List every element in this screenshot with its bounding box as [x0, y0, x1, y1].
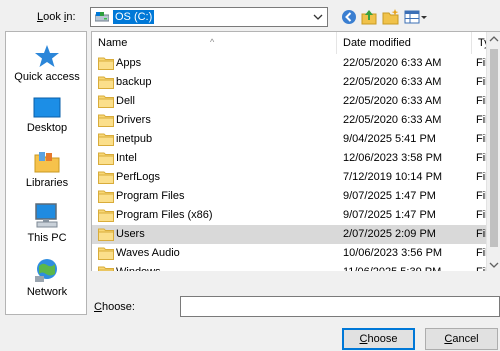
place-libraries[interactable]: Libraries: [6, 150, 88, 189]
folder-icon: [98, 114, 114, 127]
folder-icon: [98, 228, 114, 241]
file-date-modified: 9/07/2025 1:47 PM: [343, 209, 436, 221]
file-date-modified: 7/12/2019 10:14 PM: [343, 171, 443, 183]
file-list[interactable]: Name ^ Date modified Ty Apps 22/05/2020 6…: [91, 31, 500, 271]
table-row[interactable]: Waves Audio 10/06/2023 3:56 PM Fil: [92, 244, 488, 263]
file-name: PerfLogs: [116, 171, 161, 183]
vertical-scrollbar[interactable]: [486, 32, 500, 271]
file-name: inetpub: [116, 133, 153, 145]
place-label: Network: [26, 286, 68, 298]
cancel-button[interactable]: Cancel: [425, 328, 498, 350]
file-name: Waves Audio: [116, 247, 180, 259]
file-date-modified: 2/07/2025 2:09 PM: [343, 228, 436, 240]
file-date-modified: 22/05/2020 6:33 AM: [343, 114, 442, 126]
look-in-label: Look in:: [37, 11, 76, 23]
place-desktop[interactable]: Desktop: [6, 97, 88, 134]
folder-icon: [98, 95, 114, 108]
folder-icon: [98, 266, 114, 271]
libraries-icon: [34, 152, 60, 173]
table-row[interactable]: Intel 12/06/2023 3:58 PM Fil: [92, 149, 488, 168]
file-date-modified: 9/07/2025 1:47 PM: [343, 190, 436, 202]
table-row[interactable]: Windows11/06/2025 5:39 PMFil: [92, 263, 488, 271]
column-header-date-modified[interactable]: Date modified: [337, 32, 472, 54]
file-name: Windows: [116, 263, 161, 271]
file-date-modified: 22/05/2020 6:33 AM: [343, 95, 442, 107]
column-header-date-label: Date modified: [343, 37, 411, 49]
desktop-icon: [33, 97, 61, 118]
file-name: Program Files (x86): [116, 209, 213, 221]
table-row[interactable]: Program Files (x86) 9/07/2025 1:47 PM Fil: [92, 206, 488, 225]
table-row[interactable]: Dell 22/05/2020 6:33 AM Fil: [92, 92, 488, 111]
file-date-modified: 10/06/2023 3:56 PM: [343, 247, 443, 259]
choose-label: Choose:: [94, 301, 135, 313]
file-date-modified: 22/05/2020 6:33 AM: [343, 76, 442, 88]
file-name: Program Files: [116, 190, 185, 202]
place-quick-access[interactable]: Quick access: [6, 44, 88, 83]
scroll-down-icon[interactable]: [487, 258, 500, 271]
look-in-value: OS (C:): [113, 10, 155, 24]
back-icon[interactable]: [340, 8, 358, 26]
drive-icon: [95, 12, 109, 22]
table-row[interactable]: Apps 22/05/2020 6:33 AM Fil: [92, 54, 488, 73]
table-row[interactable]: PerfLogs 7/12/2019 10:14 PM Fil: [92, 168, 488, 187]
place-network[interactable]: Network: [6, 257, 88, 298]
scroll-up-icon[interactable]: [487, 32, 500, 46]
folder-icon: [98, 190, 114, 203]
file-date-modified: 22/05/2020 6:33 AM: [343, 57, 442, 69]
view-menu-icon[interactable]: [404, 8, 428, 26]
table-row[interactable]: Program Files 9/07/2025 1:47 PM Fil: [92, 187, 488, 206]
place-label: Desktop: [26, 122, 68, 134]
file-name: Users: [116, 228, 145, 240]
folder-icon: [98, 209, 114, 222]
file-date-modified: 12/06/2023 3:58 PM: [343, 152, 443, 164]
folder-icon: [98, 171, 114, 184]
new-folder-icon[interactable]: [382, 8, 400, 26]
file-name: Dell: [116, 95, 135, 107]
folder-icon: [98, 133, 114, 146]
column-header-row: Name ^ Date modified Ty: [92, 32, 490, 54]
choose-button[interactable]: Choose: [342, 328, 415, 350]
file-date-modified: 11/06/2025 5:39 PM: [343, 263, 441, 271]
place-label: Quick access: [14, 71, 80, 83]
place-this-pc[interactable]: This PC: [6, 203, 88, 244]
column-header-name-label: Name: [98, 37, 128, 49]
file-name: Drivers: [116, 114, 151, 126]
folder-icon: [98, 76, 114, 89]
folder-icon: [98, 57, 114, 70]
table-row[interactable]: backup 22/05/2020 6:33 AM Fil: [92, 73, 488, 92]
quick-access-star-icon: [35, 45, 59, 67]
sort-ascending-icon: ^: [210, 37, 215, 47]
folder-icon: [98, 152, 114, 165]
table-row[interactable]: Drivers 22/05/2020 6:33 AM Fil: [92, 111, 488, 130]
table-row[interactable]: Users 2/07/2025 2:09 PM Fil: [92, 225, 488, 244]
look-in-combobox[interactable]: OS (C:): [90, 7, 328, 27]
column-header-name[interactable]: Name ^: [92, 32, 337, 54]
file-name: Intel: [116, 152, 137, 164]
file-name: Apps: [116, 57, 142, 69]
table-row[interactable]: inetpub 9/04/2025 5:41 PM Fil: [92, 130, 488, 149]
file-name: backup: [116, 76, 152, 88]
places-bar: Quick access Desktop Libraries This PC N…: [5, 31, 87, 315]
file-date-modified: 9/04/2025 5:41 PM: [343, 133, 436, 145]
chevron-down-icon[interactable]: [312, 11, 324, 23]
up-folder-icon[interactable]: [360, 8, 378, 26]
scrollbar-thumb[interactable]: [490, 49, 498, 247]
choose-input[interactable]: [180, 296, 500, 317]
network-icon: [35, 259, 57, 282]
this-pc-icon: [35, 203, 58, 228]
place-label: This PC: [27, 232, 67, 244]
place-label: Libraries: [25, 177, 69, 189]
folder-icon: [98, 247, 114, 260]
